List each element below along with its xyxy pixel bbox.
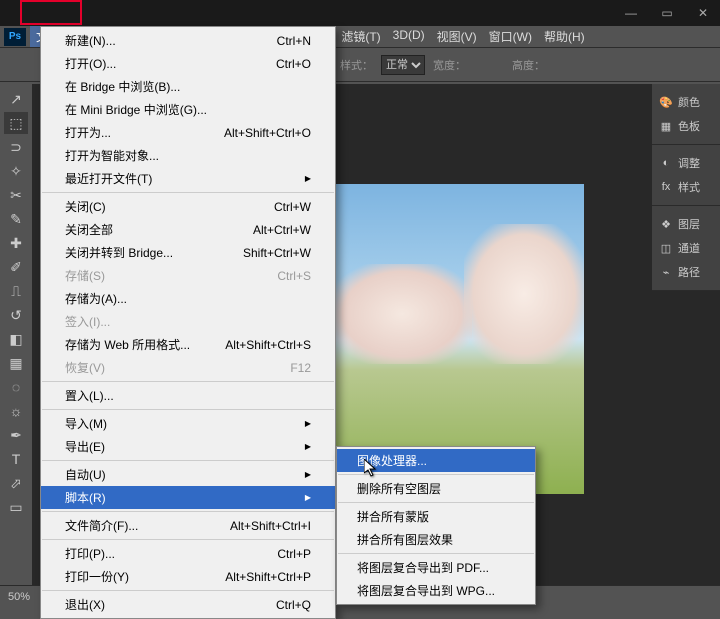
heal-tool-icon[interactable]: ✚ [4,232,28,254]
file-menu-item[interactable]: 关闭(C)Ctrl+W [41,195,335,218]
file-menu-item[interactable]: 新建(N)...Ctrl+N [41,29,335,52]
adjust-icon: ◐ [658,156,674,170]
styles-icon: fx [658,180,674,194]
script-submenu-item[interactable]: 将图层复合导出到 WPG... [337,579,535,602]
menu-10[interactable]: 帮助(H) [538,26,591,47]
file-menu-item[interactable]: 退出(X)Ctrl+Q [41,593,335,616]
menu-9[interactable]: 窗口(W) [483,26,538,47]
zoom-level[interactable]: 50% [8,591,30,603]
type-tool-icon[interactable]: T [4,448,28,470]
file-menu-item[interactable]: 存储为 Web 所用格式...Alt+Shift+Ctrl+S [41,333,335,356]
dodge-tool-icon[interactable]: ☼ [4,400,28,422]
script-submenu-item[interactable]: 将图层复合导出到 PDF... [337,556,535,579]
panel-swatches[interactable]: ▦色板 [656,114,716,138]
script-submenu-item[interactable]: 拼合所有图层效果 [337,528,535,551]
menu-7[interactable]: 3D(D) [387,26,431,47]
file-menu-item: 恢复(V)F12 [41,356,335,379]
path-tool-icon[interactable]: ⬀ [4,472,28,494]
image-content [332,264,472,364]
file-menu-item[interactable]: 打印一份(Y)Alt+Shift+Ctrl+P [41,565,335,588]
color-icon: 🎨 [658,95,674,109]
history-brush-icon[interactable]: ↺ [4,304,28,326]
toolbox: ↗ ⬚ ⊃ ✧ ✂ ✎ ✚ ✐ ⎍ ↺ ◧ ▦ ◌ ☼ ✒ T ⬀ ▭ [0,84,32,518]
crop-tool-icon[interactable]: ✂ [4,184,28,206]
lasso-tool-icon[interactable]: ⊃ [4,136,28,158]
panel-channels[interactable]: ◫通道 [656,236,716,260]
file-menu-item[interactable]: 打开为智能对象... [41,144,335,167]
panel-paths[interactable]: ⌁路径 [656,260,716,284]
file-menu-item[interactable]: 导入(M) [41,412,335,435]
file-menu-item[interactable]: 文件简介(F)...Alt+Shift+Ctrl+I [41,514,335,537]
script-submenu: 图像处理器... 删除所有空图层拼合所有蒙版拼合所有图层效果将图层复合导出到 PD… [336,446,536,605]
marquee-tool-icon[interactable]: ⬚ [4,112,28,134]
pen-tool-icon[interactable]: ✒ [4,424,28,446]
window-titlebar: — ▭ ✕ [0,0,720,26]
shape-tool-icon[interactable]: ▭ [4,496,28,518]
file-menu-item: 签入(I)... [41,310,335,333]
gradient-tool-icon[interactable]: ▦ [4,352,28,374]
panel-color[interactable]: 🎨颜色 [656,90,716,114]
brush-tool-icon[interactable]: ✐ [4,256,28,278]
menu-8[interactable]: 视图(V) [431,26,483,47]
image-content [464,224,584,364]
right-panel-dock: 🎨颜色 ▦色板 ◐调整 fx样式 ❖图层 ◫通道 ⌁路径 [652,84,720,291]
script-submenu-item[interactable]: 拼合所有蒙版 [337,505,535,528]
minimize-icon[interactable]: — [622,6,640,20]
paths-icon: ⌁ [658,265,674,279]
file-menu-item[interactable]: 打开为...Alt+Shift+Ctrl+O [41,121,335,144]
height-label: 高度： [512,57,545,73]
panel-layers[interactable]: ❖图层 [656,212,716,236]
swatches-icon: ▦ [658,119,674,133]
stamp-tool-icon[interactable]: ⎍ [4,280,28,302]
channels-icon: ◫ [658,241,674,255]
file-menu-item[interactable]: 导出(E) [41,435,335,458]
file-menu-item[interactable]: 最近打开文件(T) [41,167,335,190]
file-menu-item[interactable]: 打印(P)...Ctrl+P [41,542,335,565]
panel-adjustments[interactable]: ◐调整 [656,151,716,175]
menu-6[interactable]: 滤镜(T) [335,26,386,47]
style-select[interactable]: 正常 [381,55,425,75]
maximize-icon[interactable]: ▭ [658,6,676,20]
wand-tool-icon[interactable]: ✧ [4,160,28,182]
layers-icon: ❖ [658,217,674,231]
eyedropper-tool-icon[interactable]: ✎ [4,208,28,230]
file-menu-item[interactable]: 存储为(A)... [41,287,335,310]
file-menu-item[interactable]: 置入(L)... [41,384,335,407]
move-tool-icon[interactable]: ↗ [4,88,28,110]
file-menu-item[interactable]: 关闭并转到 Bridge...Shift+Ctrl+W [41,241,335,264]
script-submenu-item[interactable]: 图像处理器... [337,449,535,472]
file-menu-dropdown: 新建(N)...Ctrl+N打开(O)...Ctrl+O在 Bridge 中浏览… [40,26,336,619]
style-label: 样式： [340,57,373,73]
file-menu-item[interactable]: 打开(O)...Ctrl+O [41,52,335,75]
script-submenu-item[interactable]: 删除所有空图层 [337,477,535,500]
width-label: 宽度： [433,57,466,73]
eraser-tool-icon[interactable]: ◧ [4,328,28,350]
app-logo-icon: Ps [4,28,26,46]
close-icon[interactable]: ✕ [694,6,712,20]
blur-tool-icon[interactable]: ◌ [4,376,28,398]
file-menu-item[interactable]: 关闭全部Alt+Ctrl+W [41,218,335,241]
panel-styles[interactable]: fx样式 [656,175,716,199]
file-menu-item[interactable]: 在 Bridge 中浏览(B)... [41,75,335,98]
file-menu-item[interactable]: 脚本(R) [41,486,335,509]
file-menu-item[interactable]: 在 Mini Bridge 中浏览(G)... [41,98,335,121]
file-menu-item[interactable]: 自动(U) [41,463,335,486]
file-menu-item: 存储(S)Ctrl+S [41,264,335,287]
